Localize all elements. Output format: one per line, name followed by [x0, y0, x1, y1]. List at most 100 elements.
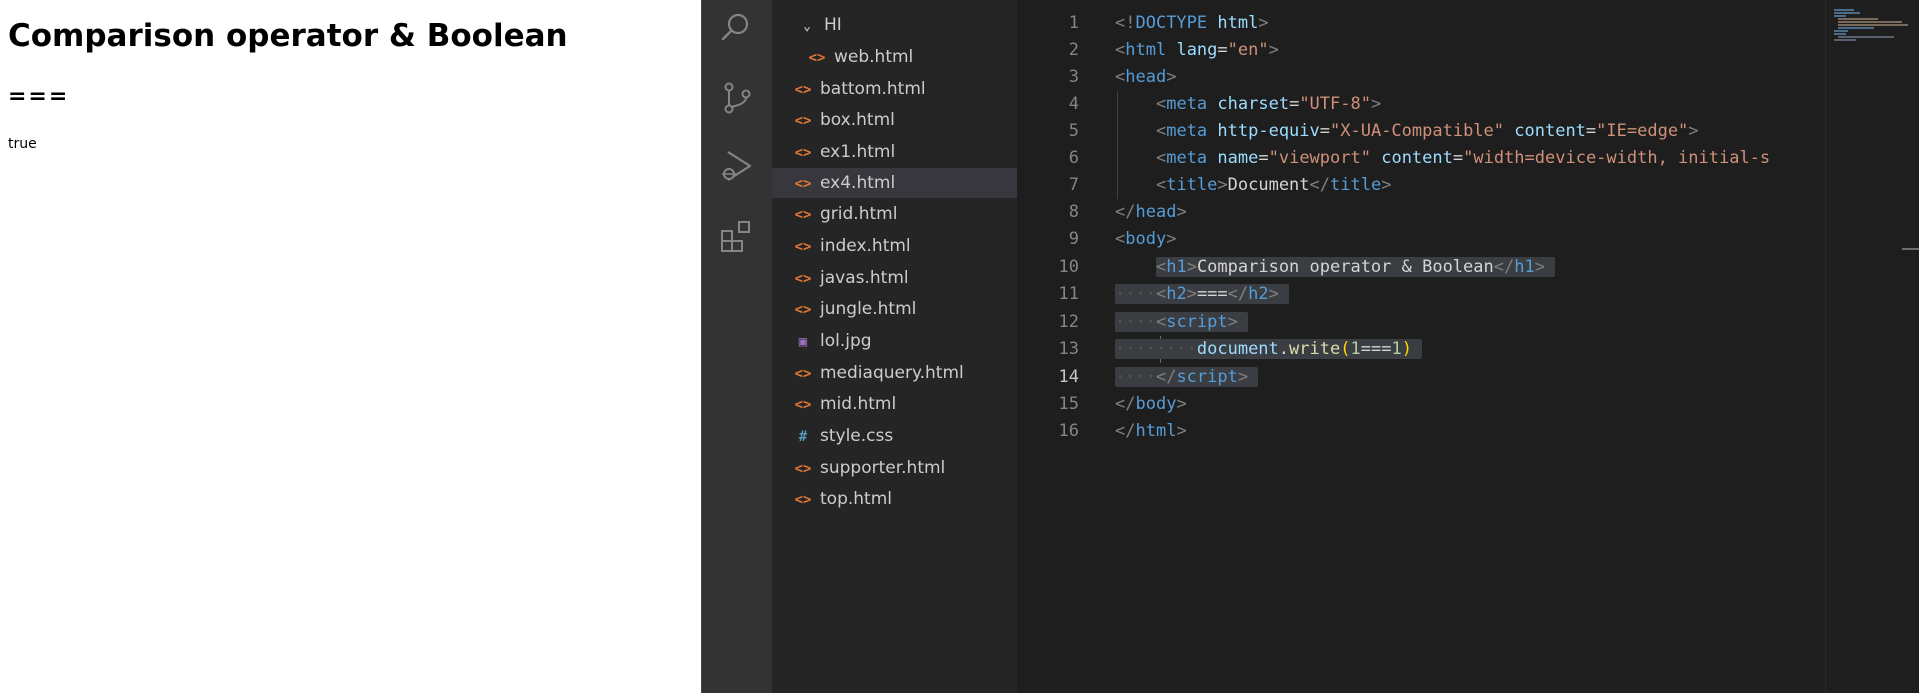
file-item[interactable]: ▣ lol.jpg [772, 326, 1017, 356]
source-control-icon[interactable] [719, 80, 755, 116]
vscode-window: ⌄ HI <> web.html <> battom.html <> box.html … [701, 0, 1919, 693]
code-line: <head> [1115, 67, 1177, 87]
html-file-icon: <> [794, 207, 812, 223]
search-icon[interactable] [719, 10, 755, 46]
line-number: 2 [1068, 40, 1079, 60]
file-label: lol.jpg [820, 331, 872, 351]
code-line: ········document.write(1===1) [1115, 336, 1423, 363]
code-line: </body> [1115, 394, 1187, 414]
file-item[interactable]: <> ex1.html [772, 137, 1017, 167]
preview-output: true [8, 136, 37, 152]
file-label: grid.html [820, 204, 898, 224]
file-item[interactable]: <> mid.html [772, 389, 1017, 419]
html-file-icon: <> [794, 239, 812, 255]
minimap-line [1834, 39, 1856, 41]
line-number: 6 [1068, 148, 1079, 168]
code-line: </html> [1115, 421, 1187, 441]
file-item[interactable]: <> index.html [772, 231, 1017, 261]
html-file-icon: <> [808, 50, 826, 66]
minimap-line [1834, 9, 1854, 11]
code-line: ····<h2>===</h2> [1115, 281, 1290, 308]
minimap-line [1834, 15, 1846, 17]
file-label: mediaquery.html [820, 363, 964, 383]
code-line: <meta name="viewport" content="width=dev… [1155, 148, 1771, 168]
code-line-active: ····</script> [1115, 364, 1259, 391]
run-debug-icon[interactable] [719, 148, 755, 184]
line-number: 10 [1058, 257, 1079, 277]
minimap-line [1838, 24, 1908, 26]
file-label: box.html [820, 110, 895, 130]
html-file-icon: <> [794, 176, 812, 192]
file-item[interactable]: <> jungle.html [772, 294, 1017, 324]
code-editor[interactable]: 1 2 3 4 5 6 7 8 9 10 11 12 13 14 15 16 <… [1017, 0, 1919, 693]
css-file-icon: # [798, 429, 808, 445]
minimap-line [1838, 18, 1878, 20]
line-number: 4 [1068, 94, 1079, 114]
line-number: 13 [1058, 339, 1079, 359]
file-item[interactable]: <> supporter.html [772, 453, 1017, 483]
file-label: top.html [820, 489, 892, 509]
activity-bar [702, 0, 772, 693]
file-explorer: ⌄ HI <> web.html <> battom.html <> box.html … [772, 0, 1017, 693]
file-item-selected[interactable]: <> ex4.html [772, 168, 1017, 198]
code-line: <html lang="en"> [1115, 40, 1279, 60]
file-item[interactable]: <> javas.html [772, 263, 1017, 293]
code-line: <h1>Comparison operator & Boolean</h1> [1115, 254, 1556, 281]
chevron-down-icon: ⌄ [803, 19, 811, 34]
minimap-line [1838, 36, 1894, 38]
file-label: mid.html [820, 394, 897, 414]
line-number: 11 [1058, 284, 1079, 304]
file-item[interactable]: <> box.html [772, 105, 1017, 135]
file-label: ex1.html [820, 142, 896, 162]
file-label: supporter.html [820, 458, 946, 478]
file-item[interactable]: <> grid.html [772, 199, 1017, 229]
line-number: 3 [1068, 67, 1079, 87]
preview-heading: Comparison operator & Boolean [8, 18, 568, 54]
line-number: 5 [1068, 121, 1079, 141]
html-file-icon: <> [794, 82, 812, 98]
html-file-icon: <> [794, 302, 812, 318]
line-number-active: 14 [1058, 367, 1079, 387]
file-label: web.html [834, 47, 914, 67]
minimap[interactable] [1825, 0, 1919, 693]
code-line: </head> [1115, 202, 1187, 222]
minimap-line [1834, 12, 1860, 14]
extensions-icon[interactable] [719, 218, 755, 254]
file-item[interactable]: <> mediaquery.html [772, 358, 1017, 388]
file-label: battom.html [820, 79, 926, 99]
html-file-icon: <> [794, 492, 812, 508]
html-file-icon: <> [794, 113, 812, 129]
image-file-icon: ▣ [798, 334, 808, 350]
scrollbar-marker[interactable] [1902, 248, 1919, 250]
html-file-icon: <> [794, 461, 812, 477]
file-label: jungle.html [820, 299, 917, 319]
file-label: ex4.html [820, 173, 896, 193]
browser-preview: Comparison operator & Boolean === true [0, 0, 701, 693]
code-line: <body> [1115, 229, 1177, 249]
html-file-icon: <> [794, 397, 812, 413]
line-number: 1 [1068, 13, 1079, 33]
minimap-line [1838, 21, 1902, 23]
code-line: <!DOCTYPE html> [1115, 13, 1269, 33]
line-number: 9 [1068, 229, 1079, 249]
file-item[interactable]: # style.css [772, 421, 1017, 451]
folder-hi[interactable]: ⌄ HI [772, 10, 1017, 40]
code-line: <title>Document</title> [1155, 175, 1392, 195]
file-item[interactable]: <> battom.html [772, 74, 1017, 104]
code-line: ····<script> [1115, 309, 1249, 336]
folder-label: HI [824, 15, 842, 35]
file-item[interactable]: <> top.html [772, 484, 1017, 514]
minimap-line [1834, 33, 1846, 35]
file-label: style.css [820, 426, 894, 446]
minimap-line [1834, 30, 1848, 32]
html-file-icon: <> [794, 271, 812, 287]
file-item[interactable]: <> web.html [772, 42, 1017, 72]
html-file-icon: <> [794, 366, 812, 382]
minimap-line [1838, 27, 1874, 29]
line-number: 16 [1058, 421, 1079, 441]
preview-subheading: === [8, 84, 70, 109]
code-line: <meta charset="UTF-8"> [1155, 94, 1382, 114]
file-label: javas.html [820, 268, 909, 288]
line-number: 15 [1058, 394, 1079, 414]
html-file-icon: <> [794, 145, 812, 161]
